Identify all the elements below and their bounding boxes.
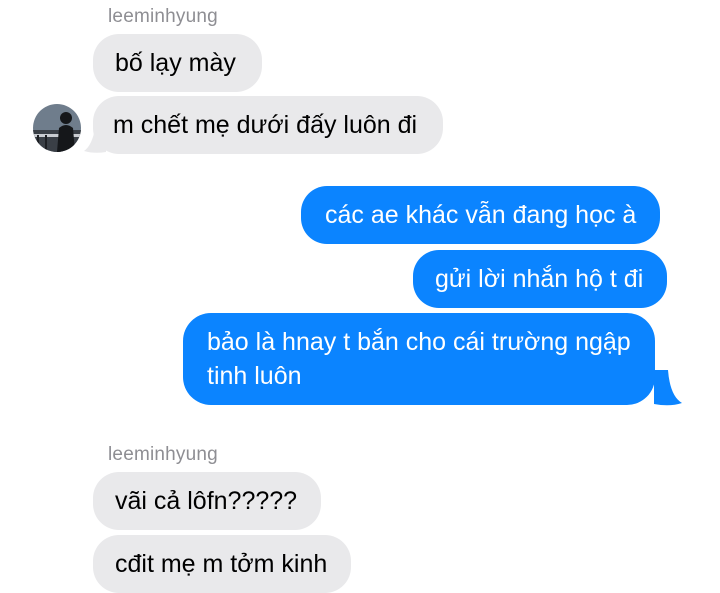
message-text: bố lạy mày — [115, 49, 236, 77]
message-text-line: tinh luôn — [207, 362, 302, 390]
outgoing-message-bubble[interactable]: gửi lời nhắn hộ t đi — [413, 250, 668, 308]
outgoing-bubble-tail — [654, 370, 682, 406]
sender-name: leeminhyung — [108, 444, 218, 465]
incoming-message-bubble[interactable]: cđit mẹ m tởm kinh — [93, 535, 352, 593]
message-text-line: bảo là hnay t bắn cho cái trường ngập — [207, 328, 631, 356]
message-text: gửi lời nhắn hộ t đi — [435, 265, 644, 293]
outgoing-message-bubble[interactable]: các ae khác vẫn đang học à — [301, 186, 661, 244]
incoming-message-bubble[interactable]: bố lạy mày — [93, 34, 262, 92]
incoming-message-bubble[interactable]: vãi cả lôfn????? — [93, 472, 322, 530]
sender-name: leeminhyung — [108, 6, 218, 27]
incoming-message-bubble[interactable]: m chết mẹ dưới đấy luôn đi — [93, 96, 444, 154]
avatar-photo-icon — [33, 104, 81, 152]
outgoing-message-bubble[interactable]: bảo là hnay t bắn cho cái trường ngập ti… — [183, 313, 655, 405]
message-text: các ae khác vẫn đang học à — [325, 201, 637, 229]
message-text: m chết mẹ dưới đấy luôn đi — [113, 111, 418, 139]
message-text: vãi cả lôfn????? — [115, 487, 298, 515]
contact-avatar[interactable] — [33, 104, 81, 152]
message-text: cđit mẹ m tởm kinh — [115, 550, 328, 578]
